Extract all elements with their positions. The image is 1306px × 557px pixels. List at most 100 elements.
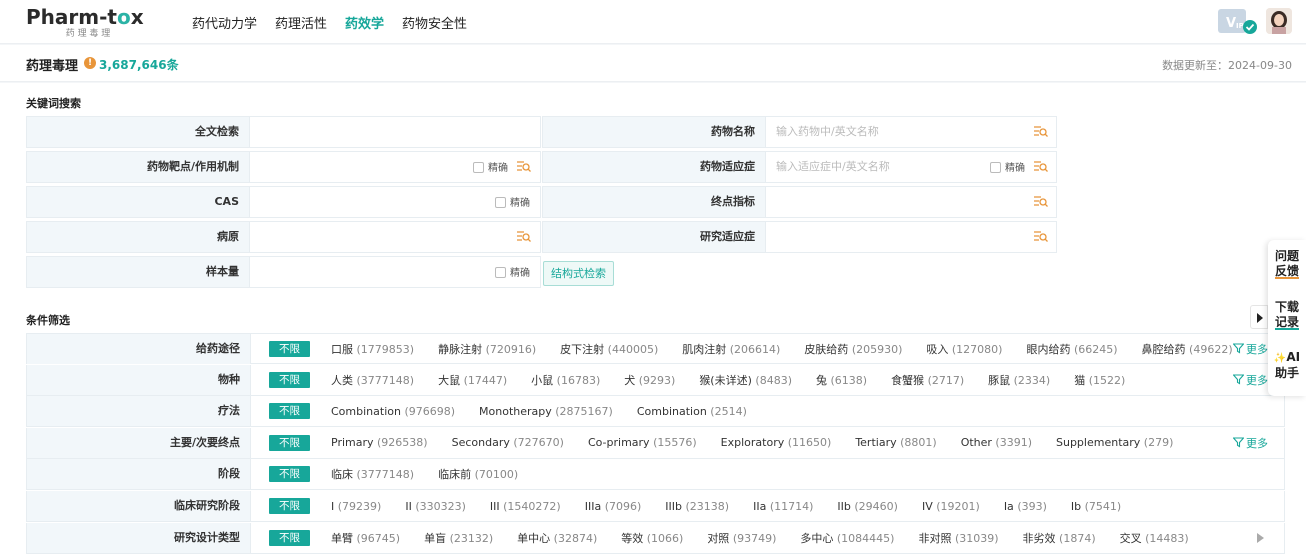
nav-item-pharmacodynamics[interactable]: 药效学 [345,13,384,32]
filter-option[interactable]: IV (19201) [922,500,980,513]
structure-search-button[interactable]: 结构式检索 [543,261,614,286]
filter-option[interactable]: 眼内给药 (66245) [1026,341,1117,357]
download-records-button[interactable]: 下载 记录 [1268,300,1306,330]
info-icon[interactable]: ! [84,57,96,69]
endpoint-input[interactable] [765,186,1057,218]
search-list-icon[interactable] [1034,195,1048,208]
filter-option[interactable]: 吸入 (127080) [926,341,1002,357]
feedback-button[interactable]: 问题 反馈 [1268,249,1306,279]
filter-option[interactable]: II (330323) [405,500,466,513]
target-precise-checkbox[interactable]: 精确 [473,162,508,175]
checkbox-box[interactable] [495,267,506,278]
search-list-icon[interactable] [517,160,531,173]
filter-option[interactable]: III (1540272) [490,500,561,513]
drug-name-input[interactable]: 输入药物中/英文名称 [765,116,1057,148]
filter-option[interactable]: 交叉 (14483) [1120,530,1189,546]
more-button[interactable]: 更多 [1233,341,1268,357]
precise-label: 精确 [488,163,508,174]
filter-option-count: (727670) [513,436,564,450]
filter-option[interactable]: 皮下注射 (440005) [560,341,658,357]
filter-option[interactable]: Primary (926538) [331,436,428,449]
filter-all-tag[interactable]: 不限 [269,529,310,546]
filter-option[interactable]: 口服 (1779853) [331,341,414,357]
search-list-icon[interactable] [1034,160,1048,173]
filter-option[interactable]: Tertiary (8801) [855,436,936,449]
nav-item-pk[interactable]: 药代动力学 [192,13,257,32]
filter-all-tag[interactable]: 不限 [269,466,310,483]
filter-all-tag[interactable]: 不限 [269,498,310,514]
nav-item-pharmacology[interactable]: 药理活性 [275,13,327,32]
filter-option[interactable]: IIIa (7096) [585,500,642,513]
avatar[interactable] [1266,8,1292,34]
filter-option[interactable]: 单盲 (23132) [424,530,493,546]
filter-option[interactable]: 等效 (1066) [621,530,683,546]
filter-option[interactable]: Combination (2514) [637,405,747,418]
logo-subtitle: 药 理 毒 理 [65,29,111,39]
filter-option[interactable]: 单臂 (96745) [331,530,400,546]
checkbox-box[interactable] [495,197,506,208]
fulltext-input[interactable] [249,116,541,148]
filter-option[interactable]: 猫 (1522) [1074,372,1125,388]
filter-option[interactable]: Monotherapy (2875167) [479,405,613,418]
filter-option[interactable]: 对照 (93749) [707,530,776,546]
filter-option-count: (279) [1143,436,1174,450]
filter-option[interactable]: 人类 (3777148) [331,372,414,388]
filter-option[interactable]: IIIb (23138) [665,500,729,513]
filter-option[interactable]: Combination (976698) [331,405,455,418]
filter-all-tag[interactable]: 不限 [269,434,310,451]
nav-item-safety[interactable]: 药物安全性 [402,13,467,32]
filter-option[interactable]: Co-primary (15576) [588,436,697,449]
filter-option[interactable]: 肌肉注射 (206614) [682,341,780,357]
filter-row: 临床研究阶段 不限 I (79239) II (330323) III (1540272… [26,491,1285,522]
cas-precise-checkbox[interactable]: 精确 [495,197,530,210]
filter-option[interactable]: I (79239) [331,500,381,513]
filter-option[interactable]: Secondary (727670) [452,436,564,449]
filter-option[interactable]: 犬 (9293) [624,372,675,388]
filter-option-count: (23132) [449,531,494,545]
more-button[interactable]: 更多 [1233,435,1268,451]
filter-option[interactable]: Ib (7541) [1071,500,1121,513]
filter-option[interactable]: 静脉注射 (720916) [438,341,536,357]
filter-option[interactable]: Supplementary (279) [1056,436,1173,449]
checkbox-box[interactable] [990,162,1001,173]
filter-option[interactable]: 单中心 (32874) [517,530,597,546]
filter-option[interactable]: Other (3391) [961,436,1032,449]
filter-all-tag[interactable]: 不限 [269,371,310,388]
filter-option-name: 单盲 [424,531,447,545]
filter-option[interactable]: 非劣效 (1874) [1023,530,1096,546]
filter-option[interactable]: IIa (11714) [753,500,813,513]
chevron-right-icon[interactable] [1257,532,1264,543]
filter-option[interactable]: 皮肤给药 (205930) [804,341,902,357]
search-list-icon[interactable] [1034,230,1048,243]
search-list-icon[interactable] [1034,125,1048,138]
more-button[interactable]: 更多 [1233,372,1268,388]
research-indication-input[interactable] [765,221,1057,253]
filter-option[interactable]: 猴(未详述) (8483) [699,372,792,388]
filter-option[interactable]: 临床前 (70100) [438,466,518,482]
filter-option[interactable]: 小鼠 (16783) [531,372,600,388]
filter-option[interactable]: 非对照 (31039) [918,530,998,546]
filter-option[interactable]: Exploratory (11650) [721,436,832,449]
filter-option[interactable]: Ia (393) [1004,500,1047,513]
filter-option[interactable]: 鼻腔给药 (49622) [1142,341,1233,357]
filter-option[interactable]: 多中心 (1084445) [800,530,894,546]
indication-precise-checkbox[interactable]: 精确 [990,162,1025,175]
sample-precise-checkbox[interactable]: 精确 [495,267,530,280]
filter-option[interactable]: 临床 (3777148) [331,466,414,482]
checkbox-box[interactable] [473,162,484,173]
filter-label: 给药途径 [27,334,251,364]
ai-assistant-button[interactable]: ✨AI 助手 [1268,350,1306,381]
pathogen-input[interactable] [249,221,541,253]
search-list-icon[interactable] [517,230,531,243]
filter-option[interactable]: 大鼠 (17447) [438,372,507,388]
vip-icon[interactable]: V IP [1218,9,1258,35]
filter-all-tag[interactable]: 不限 [269,403,310,420]
logo[interactable]: Pharm-tox 药 理 毒 理 [26,6,150,40]
filter-option[interactable]: 豚鼠 (2334) [988,372,1050,388]
filter-option[interactable]: 兔 (6138) [816,372,867,388]
filter-option[interactable]: IIb (29460) [837,500,898,513]
filter-option[interactable]: 食蟹猴 (2717) [891,372,964,388]
filter-all-tag[interactable]: 不限 [269,341,310,357]
side-panel-toggle[interactable] [1250,305,1268,329]
filter-option-name: IIa [753,499,767,513]
